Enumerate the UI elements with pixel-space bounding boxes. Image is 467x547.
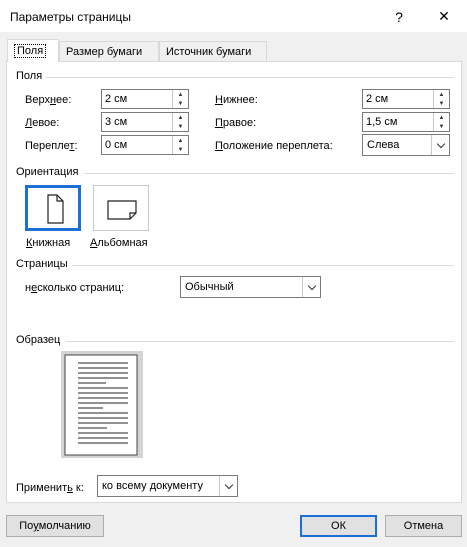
apply-to-select[interactable]: ко всему документу [97,475,238,497]
preview-section-title: Образец [16,334,61,346]
tab-margins[interactable]: Поля [7,39,59,62]
left-margin-value: 3 см [105,116,128,128]
section-divider [84,173,454,174]
section-divider [72,265,454,266]
help-button[interactable]: ? [376,0,422,33]
spin-down-icon[interactable]: ▼ [173,99,188,108]
spin-down-icon[interactable]: ▼ [173,122,188,131]
apply-to-label: Применить к: [16,482,84,494]
set-as-default-button[interactable]: По у молчанию [6,515,104,537]
pages-section-title: Страницы [16,258,68,270]
portrait-page-icon [47,194,64,224]
apply-to-value: ко всему документу [102,480,203,492]
gutter-value: 0 см [105,139,128,151]
bottom-margin-spinner[interactable]: 2 см ▲ ▼ [362,89,450,109]
right-margin-spinner[interactable]: 1,5 см ▲ ▼ [362,112,450,132]
page-preview-icon [64,354,138,456]
landscape-button[interactable] [93,185,149,231]
gutter-label: Переплет: [25,140,78,152]
landscape-label: Альбомная [90,237,148,249]
bottom-margin-value: 2 см [366,93,389,105]
chevron-down-icon[interactable] [302,277,320,297]
cancel-button[interactable]: Отмена [385,515,462,537]
left-margin-label: Левое: [25,117,60,129]
multiple-pages-value: Обычный [185,281,234,293]
spin-up-icon[interactable]: ▲ [173,113,188,122]
margins-section-title: Поля [16,70,43,82]
top-margin-label: Верхнее: [25,94,72,106]
spin-down-icon[interactable]: ▼ [173,145,188,154]
spin-down-icon[interactable]: ▼ [434,99,449,108]
portrait-label: Книжная [26,237,71,249]
section-divider [66,341,454,342]
spin-up-icon[interactable]: ▲ [173,136,188,145]
gutter-position-value: Слева [367,139,400,151]
gutter-position-select[interactable]: Слева [362,134,450,156]
close-button[interactable]: ✕ [421,0,467,33]
chevron-down-icon[interactable] [431,135,449,155]
spin-up-icon[interactable]: ▲ [173,90,188,99]
portrait-button[interactable] [25,185,81,231]
left-margin-spinner[interactable]: 3 см ▲ ▼ [101,112,189,132]
multiple-pages-label: несколько страниц: [25,282,125,294]
gutter-spinner[interactable]: 0 см ▲ ▼ [101,135,189,155]
spin-down-icon[interactable]: ▼ [434,122,449,131]
window-title: Параметры страницы [10,10,131,24]
tab-paper-source[interactable]: Источник бумаги [159,41,267,61]
right-margin-value: 1,5 см [366,116,398,128]
spin-up-icon[interactable]: ▲ [434,90,449,99]
top-margin-value: 2 см [105,93,128,105]
preview-frame [61,351,143,458]
multiple-pages-select[interactable]: Обычный [180,276,321,298]
spin-up-icon[interactable]: ▲ [434,113,449,122]
orientation-section-title: Ориентация [16,166,79,178]
chevron-down-icon[interactable] [219,476,237,496]
bottom-margin-label: Нижнее: [215,94,258,106]
landscape-page-icon [107,200,137,220]
ok-button[interactable]: ОК [300,515,377,537]
right-margin-label: Правое: [215,117,257,129]
section-divider [46,77,454,78]
gutter-position-label: Положение переплета: [215,140,333,152]
tab-paper-size[interactable]: Размер бумаги [59,41,159,61]
top-margin-spinner[interactable]: 2 см ▲ ▼ [101,89,189,109]
